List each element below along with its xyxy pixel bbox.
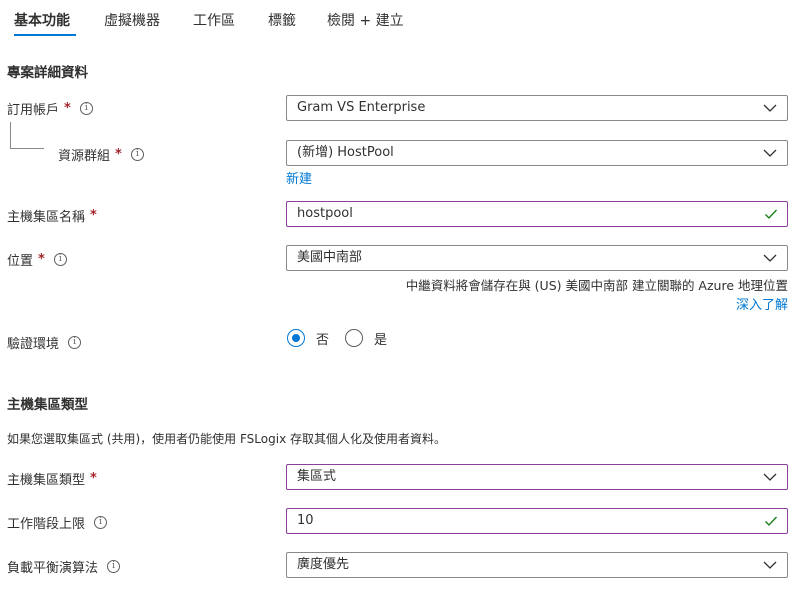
chevron-down-icon <box>763 104 777 112</box>
validation-env-label-text: 驗證環境 <box>7 337 60 352</box>
info-icon[interactable]: i <box>130 148 144 161</box>
hostpool-name-value: hostpool <box>297 206 353 221</box>
hostpool-name-input[interactable]: hostpool <box>286 201 788 227</box>
project-details-heading: 專案詳細資料 <box>7 65 88 81</box>
hostpool-type-label-text: 主機集區類型 <box>7 473 86 488</box>
tab-active-indicator <box>14 34 76 36</box>
chevron-down-icon <box>763 254 777 262</box>
tab-tags[interactable]: 標籤 <box>268 10 296 30</box>
chevron-down-icon <box>763 473 777 481</box>
required-marker: * <box>64 101 71 116</box>
required-marker: * <box>115 147 122 162</box>
info-icon[interactable]: i <box>68 336 82 349</box>
session-limit-label: 工作階段上限 i <box>7 513 108 532</box>
chevron-down-icon <box>763 149 777 157</box>
load-balancing-label-text: 負載平衡演算法 <box>7 561 99 576</box>
info-icon[interactable]: i <box>107 560 121 573</box>
location-label: 位置 * i <box>7 250 67 269</box>
location-value: 美國中南部 <box>297 250 363 265</box>
info-icon[interactable]: i <box>94 516 108 529</box>
validation-env-label: 驗證環境 i <box>7 333 82 352</box>
location-metadata-note: 中繼資料將會儲存在與 (US) 美國中南部 建立關聯的 Azure 地理位置 <box>405 278 788 293</box>
tree-connector-vertical <box>10 122 11 148</box>
hostpool-type-dropdown[interactable]: 集區式 <box>286 464 788 490</box>
resource-group-label-text: 資源群組 <box>58 149 111 164</box>
tab-workspace[interactable]: 工作區 <box>193 10 235 30</box>
tree-connector-horizontal <box>10 148 44 149</box>
subscription-dropdown[interactable]: Gram VS Enterprise <box>286 95 788 121</box>
info-icon[interactable]: i <box>79 102 93 115</box>
subscription-value: Gram VS Enterprise <box>297 100 426 115</box>
hostpool-type-value: 集區式 <box>297 469 337 484</box>
load-balancing-value: 廣度優先 <box>297 557 350 572</box>
location-dropdown[interactable]: 美國中南部 <box>286 245 788 271</box>
load-balancing-dropdown[interactable]: 廣度優先 <box>286 552 788 578</box>
validation-yes-label[interactable]: 是 <box>374 329 387 348</box>
hostpool-name-label-text: 主機集區名稱 <box>7 210 86 225</box>
subscription-label-text: 訂用帳戶 <box>7 103 60 118</box>
required-marker: * <box>90 208 97 223</box>
checkmark-icon <box>765 516 777 526</box>
tab-basics[interactable]: 基本功能 <box>14 10 70 30</box>
required-marker: * <box>90 471 97 486</box>
hostpool-name-label: 主機集區名稱 * <box>7 206 97 225</box>
hostpool-type-label: 主機集區類型 * <box>7 469 97 488</box>
chevron-down-icon <box>763 561 777 569</box>
tab-review-create[interactable]: 檢閱 + 建立 <box>327 10 404 30</box>
learn-more-link[interactable]: 深入了解 <box>736 294 788 313</box>
session-limit-label-text: 工作階段上限 <box>7 517 86 532</box>
hostpool-type-description: 如果您選取集區式 (共用)，使用者仍能使用 FSLogix 存取其個人化及使用者… <box>7 432 446 446</box>
resource-group-label: 資源群組 * i <box>58 145 144 164</box>
validation-yes-radio[interactable] <box>345 329 363 347</box>
resource-group-dropdown[interactable]: (新增) HostPool <box>286 140 788 166</box>
session-limit-input[interactable]: 10 <box>286 508 788 534</box>
subscription-label: 訂用帳戶 * i <box>7 99 93 118</box>
hostpool-type-heading: 主機集區類型 <box>7 397 88 413</box>
info-icon[interactable]: i <box>53 253 67 266</box>
resource-group-value: (新增) HostPool <box>297 145 394 160</box>
location-label-text: 位置 <box>7 254 34 269</box>
load-balancing-label: 負載平衡演算法 i <box>7 557 121 576</box>
checkmark-icon <box>765 209 777 219</box>
validation-no-radio[interactable] <box>287 329 305 347</box>
tab-virtual-machines[interactable]: 虛擬機器 <box>104 10 160 30</box>
create-new-resource-group-link[interactable]: 新建 <box>286 168 312 187</box>
session-limit-value: 10 <box>297 513 314 528</box>
required-marker: * <box>38 252 45 267</box>
validation-no-label[interactable]: 否 <box>316 329 329 348</box>
